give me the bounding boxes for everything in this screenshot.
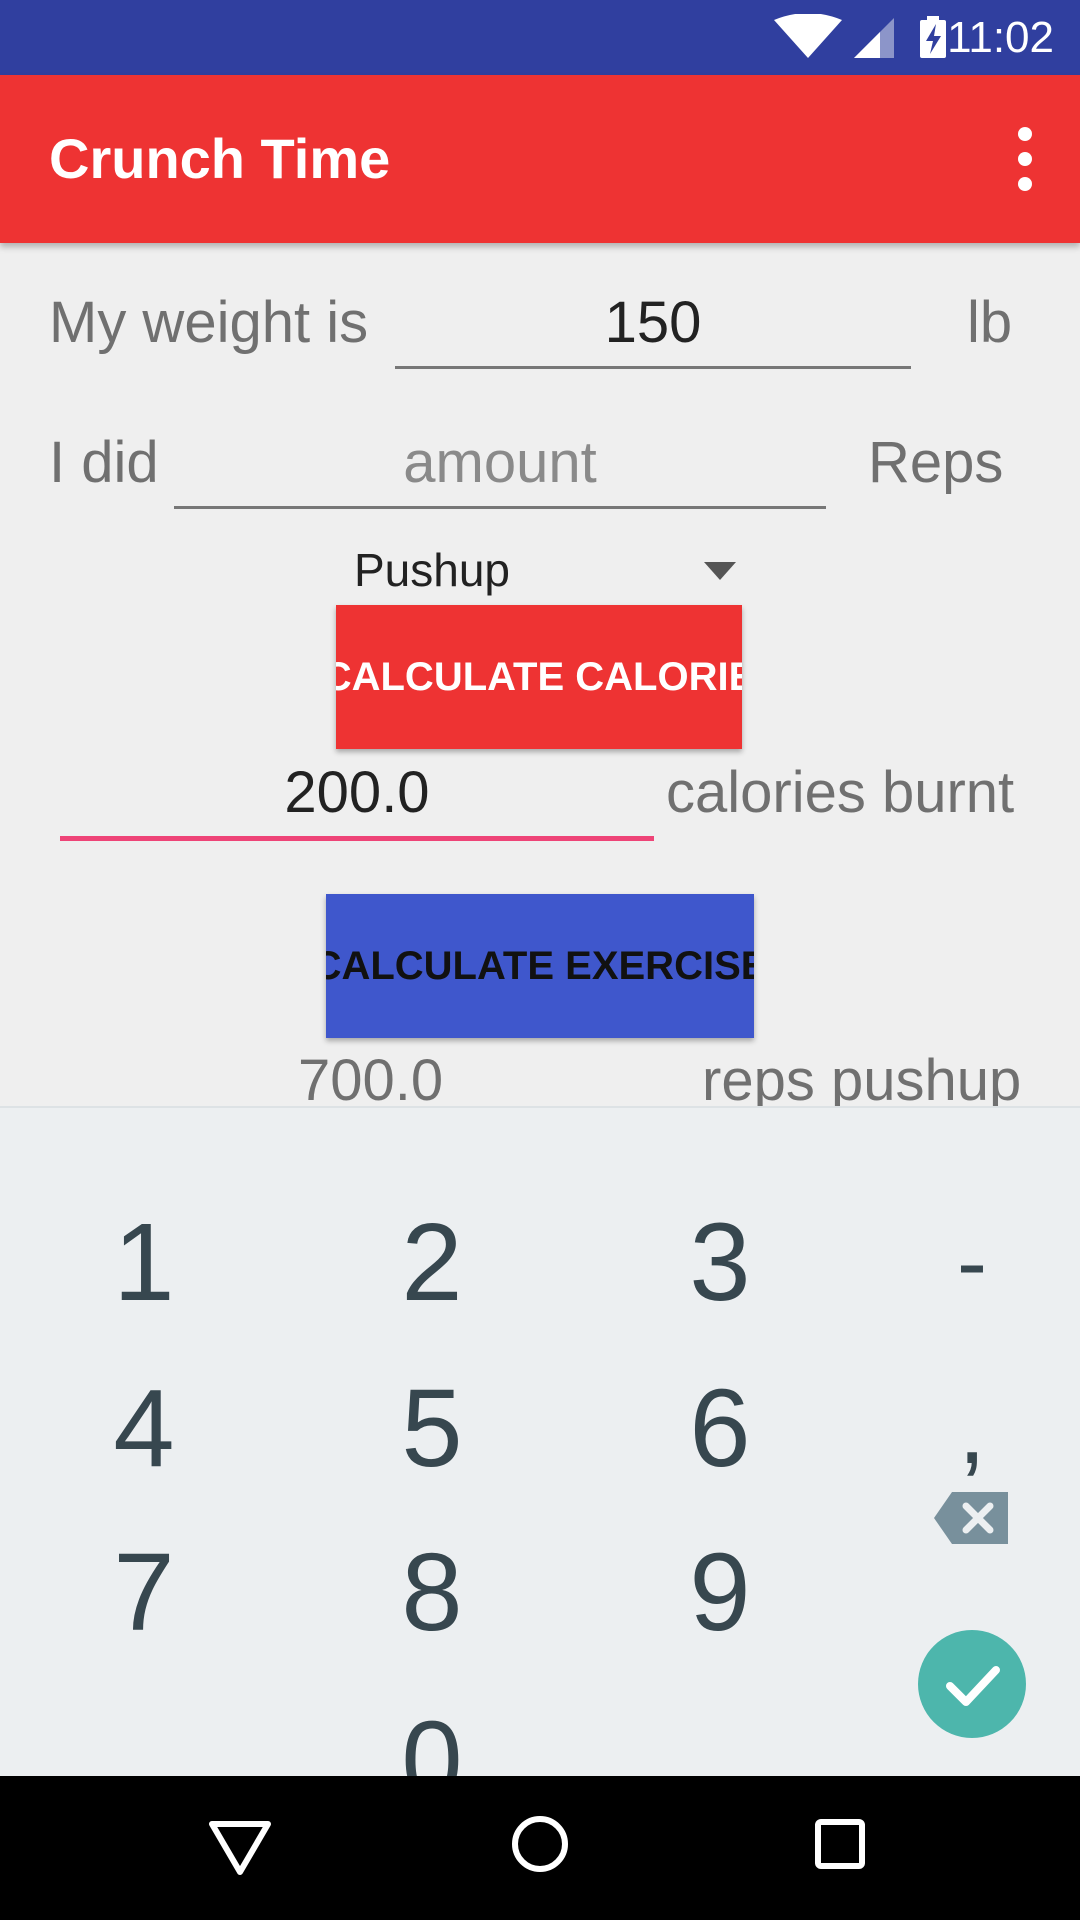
- key-7[interactable]: 7: [44, 1518, 244, 1668]
- key-3[interactable]: 3: [620, 1188, 820, 1338]
- key-9[interactable]: 9: [620, 1518, 820, 1668]
- key-2[interactable]: 2: [332, 1188, 532, 1338]
- calories-input[interactable]: 200.0: [60, 758, 654, 841]
- weight-unit: lb: [967, 290, 1013, 355]
- numeric-keypad: 1 2 3 - 4 5 6 , 7 8 9 . 0 _: [0, 1106, 1080, 1816]
- signal-icon: [854, 18, 894, 58]
- calculate-calorie-button[interactable]: CALCULATE CALORIE: [336, 605, 742, 749]
- exercise-selected: Pushup: [354, 544, 511, 596]
- reps-input[interactable]: amount: [174, 428, 826, 509]
- key-comma[interactable]: ,: [872, 1354, 1072, 1504]
- key-1[interactable]: 1: [44, 1188, 244, 1338]
- key-6[interactable]: 6: [620, 1354, 820, 1504]
- key-minus[interactable]: -: [872, 1188, 1072, 1338]
- battery-charging-icon: [920, 16, 946, 58]
- reps-label: I did: [49, 430, 159, 495]
- app-bar: Crunch Time: [0, 75, 1080, 243]
- status-time: 11:02: [947, 13, 1054, 62]
- weight-label: My weight is: [49, 290, 369, 355]
- status-icons: [774, 14, 946, 58]
- back-icon[interactable]: [206, 1816, 274, 1878]
- dropdown-arrow-icon: [704, 562, 736, 580]
- key-8[interactable]: 8: [332, 1518, 532, 1668]
- key-4[interactable]: 4: [44, 1354, 244, 1504]
- done-button[interactable]: [918, 1630, 1026, 1738]
- navigation-bar: [0, 1776, 1080, 1920]
- calculate-exercise-button[interactable]: CALCULATE EXERCISE: [326, 894, 754, 1038]
- exercise-spinner[interactable]: Pushup: [354, 540, 744, 600]
- overflow-menu-icon[interactable]: [1000, 125, 1050, 193]
- calories-unit: calories burnt: [666, 760, 1015, 825]
- recents-icon[interactable]: [814, 1818, 866, 1870]
- status-bar: 11:02: [0, 0, 1080, 75]
- weight-input[interactable]: 150: [395, 288, 911, 369]
- wifi-icon: [774, 14, 842, 58]
- home-icon[interactable]: [510, 1814, 570, 1874]
- key-5[interactable]: 5: [332, 1354, 532, 1504]
- reps-unit: Reps: [868, 430, 1004, 495]
- backspace-icon[interactable]: [932, 1490, 1012, 1546]
- check-icon: [946, 1666, 1000, 1706]
- app-title: Crunch Time: [49, 127, 391, 190]
